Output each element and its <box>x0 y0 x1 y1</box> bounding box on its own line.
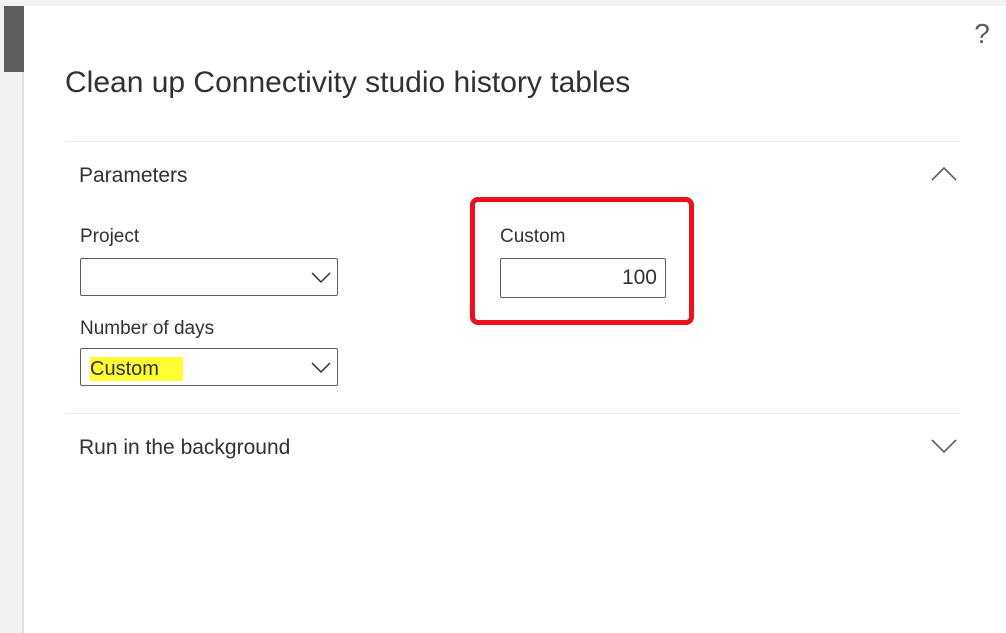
run-in-background-section-title: Run in the background <box>79 436 291 459</box>
section-divider-top <box>65 141 960 142</box>
custom-days-input[interactable]: 100 <box>500 258 666 298</box>
section-divider <box>65 413 960 414</box>
dialog-left-edge <box>22 72 24 633</box>
number-of-days-value: Custom <box>90 357 183 381</box>
background-page-strip <box>0 0 24 633</box>
chevron-down-icon[interactable] <box>311 267 331 287</box>
run-in-background-section-header[interactable]: Run in the background <box>66 426 960 470</box>
project-value <box>90 267 114 291</box>
help-icon[interactable]: ? <box>968 14 996 54</box>
number-of-days-label: Number of days <box>80 318 215 339</box>
dialog-title: Clean up Connectivity studio history tab… <box>65 66 631 99</box>
custom-label: Custom <box>500 226 566 247</box>
background-page-shade <box>4 6 24 72</box>
chevron-down-icon[interactable] <box>311 357 331 377</box>
chevron-down-icon[interactable] <box>928 430 960 462</box>
window-top-border <box>0 0 1006 6</box>
parameters-section-title: Parameters <box>79 164 188 187</box>
project-label: Project <box>80 226 140 247</box>
project-dropdown[interactable] <box>80 258 338 296</box>
chevron-up-icon[interactable] <box>928 158 960 190</box>
number-of-days-dropdown[interactable]: Custom <box>80 348 338 386</box>
parameters-section-header[interactable]: Parameters <box>66 154 960 198</box>
